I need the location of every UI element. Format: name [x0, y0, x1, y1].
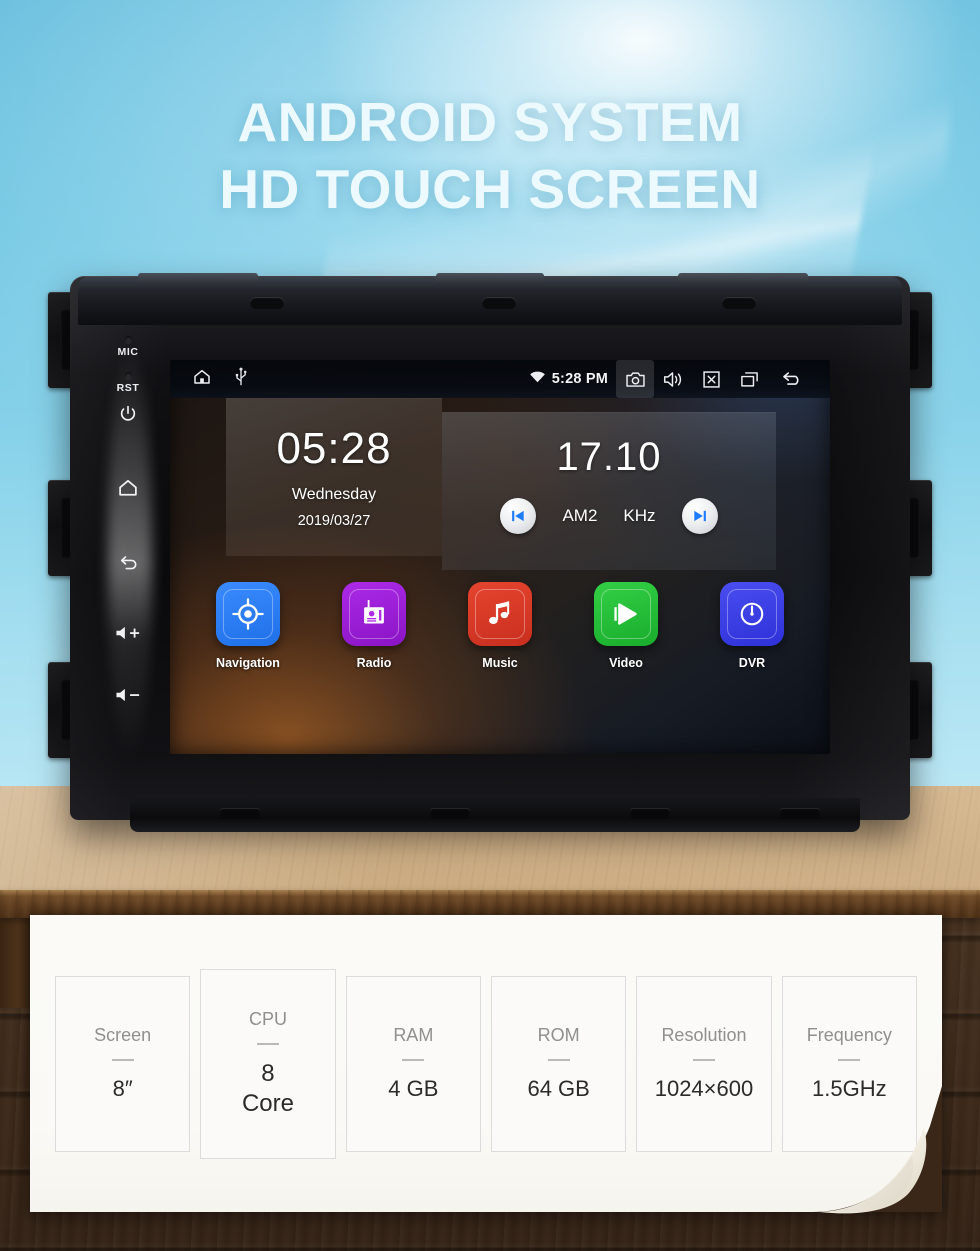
- android-status-bar: 5:28 PM: [170, 360, 830, 398]
- wooden-table-edge: [0, 890, 980, 918]
- car-stereo-head-unit: MIC RST 5:28 PM 05:28 Wednesday 2019/03/…: [48, 262, 932, 832]
- spec-key: Frequency: [806, 1025, 892, 1046]
- spec-card-screen: Screen 8″: [55, 976, 191, 1152]
- mic-hole: [124, 336, 132, 343]
- chassis-top-cap: [78, 273, 902, 325]
- back-icon[interactable]: [117, 552, 140, 580]
- close-icon[interactable]: [692, 360, 730, 398]
- spec-value: 8 Core: [241, 1059, 294, 1117]
- radio-frequency: 17.10: [556, 435, 662, 479]
- chassis-bottom-notch: [220, 808, 260, 819]
- headline-line-1: ANDROID SYSTEM: [237, 91, 743, 153]
- navigation-icon[interactable]: [216, 582, 280, 646]
- clock-weekday: Wednesday: [291, 485, 377, 503]
- spec-card-cpu: CPU 8 Core: [200, 969, 336, 1159]
- chassis-vent-slot: [482, 297, 516, 309]
- chassis-vent-slot: [722, 297, 756, 309]
- app-label: Radio: [356, 656, 392, 670]
- clock-time: 05:28: [276, 423, 392, 473]
- recents-icon[interactable]: [730, 360, 768, 398]
- chassis-bottom-lip: [130, 798, 860, 832]
- chassis-top-tab: [436, 273, 544, 285]
- app-shortcut-row: Navigation Radio Music Video DVR: [196, 582, 804, 670]
- chassis-bottom-notch: [630, 808, 670, 819]
- home-icon[interactable]: [117, 477, 139, 504]
- spec-divider: [838, 1059, 861, 1062]
- clock-widget[interactable]: 05:28 Wednesday 2019/03/27: [226, 398, 442, 556]
- chassis-bottom-notch: [780, 808, 820, 819]
- spec-divider: [402, 1059, 425, 1062]
- radio-band: AM2: [562, 506, 598, 525]
- power-icon[interactable]: [118, 404, 138, 429]
- app-video[interactable]: Video: [574, 582, 678, 670]
- reset-label: RST: [116, 382, 140, 394]
- status-bar-clock: 5:28 PM: [551, 371, 608, 387]
- spec-value: 64 GB: [527, 1076, 590, 1102]
- headline-line-2: HD TOUCH SCREEN: [219, 158, 761, 220]
- volume-icon[interactable]: [654, 360, 692, 398]
- app-dvr[interactable]: DVR: [700, 582, 804, 670]
- chassis-top-tab: [678, 273, 808, 285]
- chassis-bottom-notch: [430, 808, 470, 819]
- volume-down-icon[interactable]: [114, 686, 142, 704]
- usb-icon[interactable]: [234, 367, 248, 392]
- camera-icon[interactable]: [616, 360, 654, 398]
- chassis-top-tab: [138, 273, 258, 285]
- spec-key: ROM: [537, 1025, 580, 1046]
- chassis-vent-slot: [250, 297, 284, 309]
- spec-sheet-panel: Screen 8″ CPU 8 Core RAM 4 GB ROM 64 GB …: [30, 915, 942, 1212]
- back-icon[interactable]: [768, 360, 814, 398]
- volume-up-icon[interactable]: [114, 624, 142, 642]
- spec-key: RAM: [393, 1025, 434, 1046]
- app-navigation[interactable]: Navigation: [196, 582, 300, 670]
- music-icon[interactable]: [468, 582, 532, 646]
- spec-divider: [111, 1059, 134, 1062]
- mic-label: MIC: [117, 346, 139, 358]
- spec-value: 4 GB: [388, 1076, 439, 1102]
- app-radio[interactable]: Radio: [322, 582, 426, 670]
- spec-card-rom: ROM 64 GB: [490, 976, 627, 1152]
- app-music[interactable]: Music: [448, 582, 552, 670]
- radio-icon[interactable]: [342, 582, 406, 646]
- video-icon[interactable]: [594, 582, 658, 646]
- prev-station-button[interactable]: [500, 498, 537, 534]
- spec-key: CPU: [248, 1008, 287, 1029]
- radio-widget[interactable]: 17.10 AM2 KHz: [442, 412, 776, 570]
- home-icon[interactable]: [192, 367, 212, 392]
- spec-card-ram: RAM 4 GB: [345, 976, 481, 1152]
- spec-key: Screen: [94, 1025, 152, 1046]
- spec-divider: [256, 1042, 279, 1045]
- spec-divider: [547, 1059, 570, 1062]
- spec-divider: [692, 1059, 715, 1062]
- hardware-key-panel: MIC RST: [96, 334, 160, 754]
- wifi-icon: [529, 370, 546, 389]
- spec-card-list: Screen 8″ CPU 8 Core RAM 4 GB ROM 64 GB …: [50, 969, 922, 1159]
- spec-key: Resolution: [661, 1025, 747, 1046]
- dvr-icon[interactable]: [720, 582, 784, 646]
- spec-value: 8″: [112, 1076, 133, 1102]
- next-station-button[interactable]: [681, 498, 718, 534]
- page-title: ANDROID SYSTEM HD TOUCH SCREEN: [0, 95, 980, 217]
- app-label: Navigation: [216, 656, 280, 670]
- spec-card-resolution: Resolution 1024×600: [636, 976, 772, 1152]
- clock-date: 2019/03/27: [297, 512, 371, 529]
- touch-screen[interactable]: 5:28 PM 05:28 Wednesday 2019/03/27 17.10…: [170, 360, 830, 754]
- radio-unit: KHz: [623, 506, 656, 525]
- reset-hole: [124, 372, 132, 379]
- app-label: Music: [482, 656, 518, 670]
- app-label: DVR: [738, 656, 766, 670]
- spec-value: 1024×600: [654, 1076, 754, 1102]
- wooden-table-leg: [0, 918, 30, 1008]
- page-curl: [812, 1086, 942, 1214]
- app-label: Video: [609, 656, 643, 670]
